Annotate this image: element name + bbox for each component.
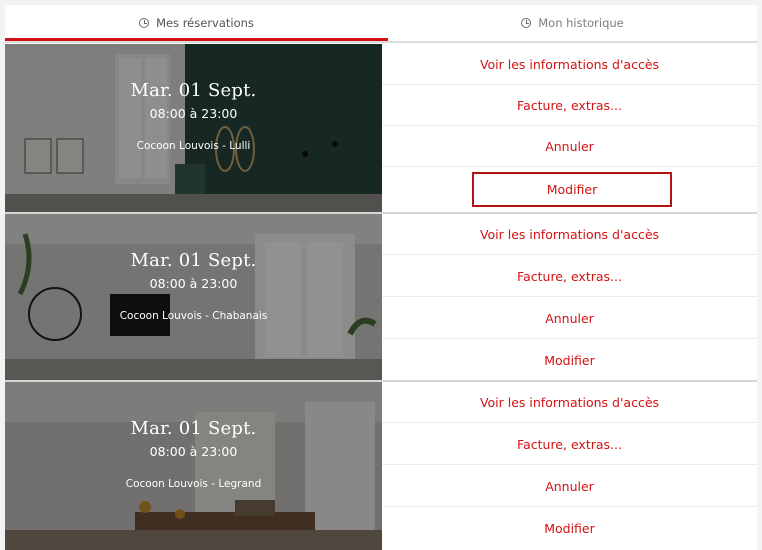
invoice-extras-link[interactable]: Facture, extras...	[382, 85, 757, 126]
access-info-link[interactable]: Voir les informations d'accès	[382, 214, 757, 255]
reservations-panel: Mes réservations Mon historique Mar. 01 …	[5, 5, 757, 550]
access-info-link[interactable]: Voir les informations d'accès	[382, 44, 757, 85]
reservation-time: 08:00 à 23:00	[149, 276, 238, 291]
modify-link[interactable]: Modifier	[382, 508, 757, 549]
reservation-card: Mar. 01 Sept. 08:00 à 23:00 Cocoon Louvo…	[5, 214, 757, 382]
reservation-card: Mar. 01 Sept. 08:00 à 23:00 Cocoon Louvo…	[5, 44, 757, 212]
cancel-link[interactable]: Annuler	[382, 126, 757, 167]
reservation-actions: Voir les informations d'accès Facture, e…	[382, 44, 757, 212]
room-photo: Mar. 01 Sept. 08:00 à 23:00 Cocoon Louvo…	[5, 44, 382, 212]
room-photo: Mar. 01 Sept. 08:00 à 23:00 Cocoon Louvo…	[5, 382, 382, 550]
invoice-extras-link[interactable]: Facture, extras...	[382, 424, 757, 465]
reservation-place: Cocoon Louvois - Lulli	[136, 140, 251, 152]
tab-label: Mes réservations	[156, 16, 254, 30]
tab-divider	[5, 41, 757, 43]
reservation-actions: Voir les informations d'accès Facture, e…	[382, 382, 757, 550]
invoice-extras-link[interactable]: Facture, extras...	[382, 256, 757, 297]
cancel-link[interactable]: Annuler	[382, 466, 757, 507]
tab-label: Mon historique	[538, 16, 624, 30]
reservation-time: 08:00 à 23:00	[149, 106, 238, 121]
reservation-date: Mar. 01 Sept.	[130, 250, 257, 271]
reservation-card: Mar. 01 Sept. 08:00 à 23:00 Cocoon Louvo…	[5, 382, 757, 550]
reservation-place: Cocoon Louvois - Legrand	[125, 478, 262, 490]
reservation-summary: Mar. 01 Sept. 08:00 à 23:00 Cocoon Louvo…	[5, 44, 382, 212]
reservation-actions: Voir les informations d'accès Facture, e…	[382, 214, 757, 382]
room-photo: Mar. 01 Sept. 08:00 à 23:00 Cocoon Louvo…	[5, 214, 382, 382]
modify-button[interactable]: Modifier	[472, 172, 672, 207]
reservation-place: Cocoon Louvois - Chabanais	[119, 310, 268, 322]
tab-mon-historique[interactable]: Mon historique	[388, 5, 757, 41]
modify-link[interactable]: Modifier	[382, 340, 757, 381]
reservation-date: Mar. 01 Sept.	[130, 418, 257, 439]
reservation-summary: Mar. 01 Sept. 08:00 à 23:00 Cocoon Louvo…	[5, 214, 382, 382]
cancel-link[interactable]: Annuler	[382, 298, 757, 339]
reservation-date: Mar. 01 Sept.	[130, 80, 257, 101]
reservation-time: 08:00 à 23:00	[149, 444, 238, 459]
access-info-link[interactable]: Voir les informations d'accès	[382, 382, 757, 423]
clock-icon	[139, 18, 150, 28]
clock-icon	[521, 18, 532, 28]
tab-bar: Mes réservations Mon historique	[5, 5, 757, 41]
tab-mes-reservations[interactable]: Mes réservations	[5, 5, 388, 41]
reservation-summary: Mar. 01 Sept. 08:00 à 23:00 Cocoon Louvo…	[5, 382, 382, 550]
